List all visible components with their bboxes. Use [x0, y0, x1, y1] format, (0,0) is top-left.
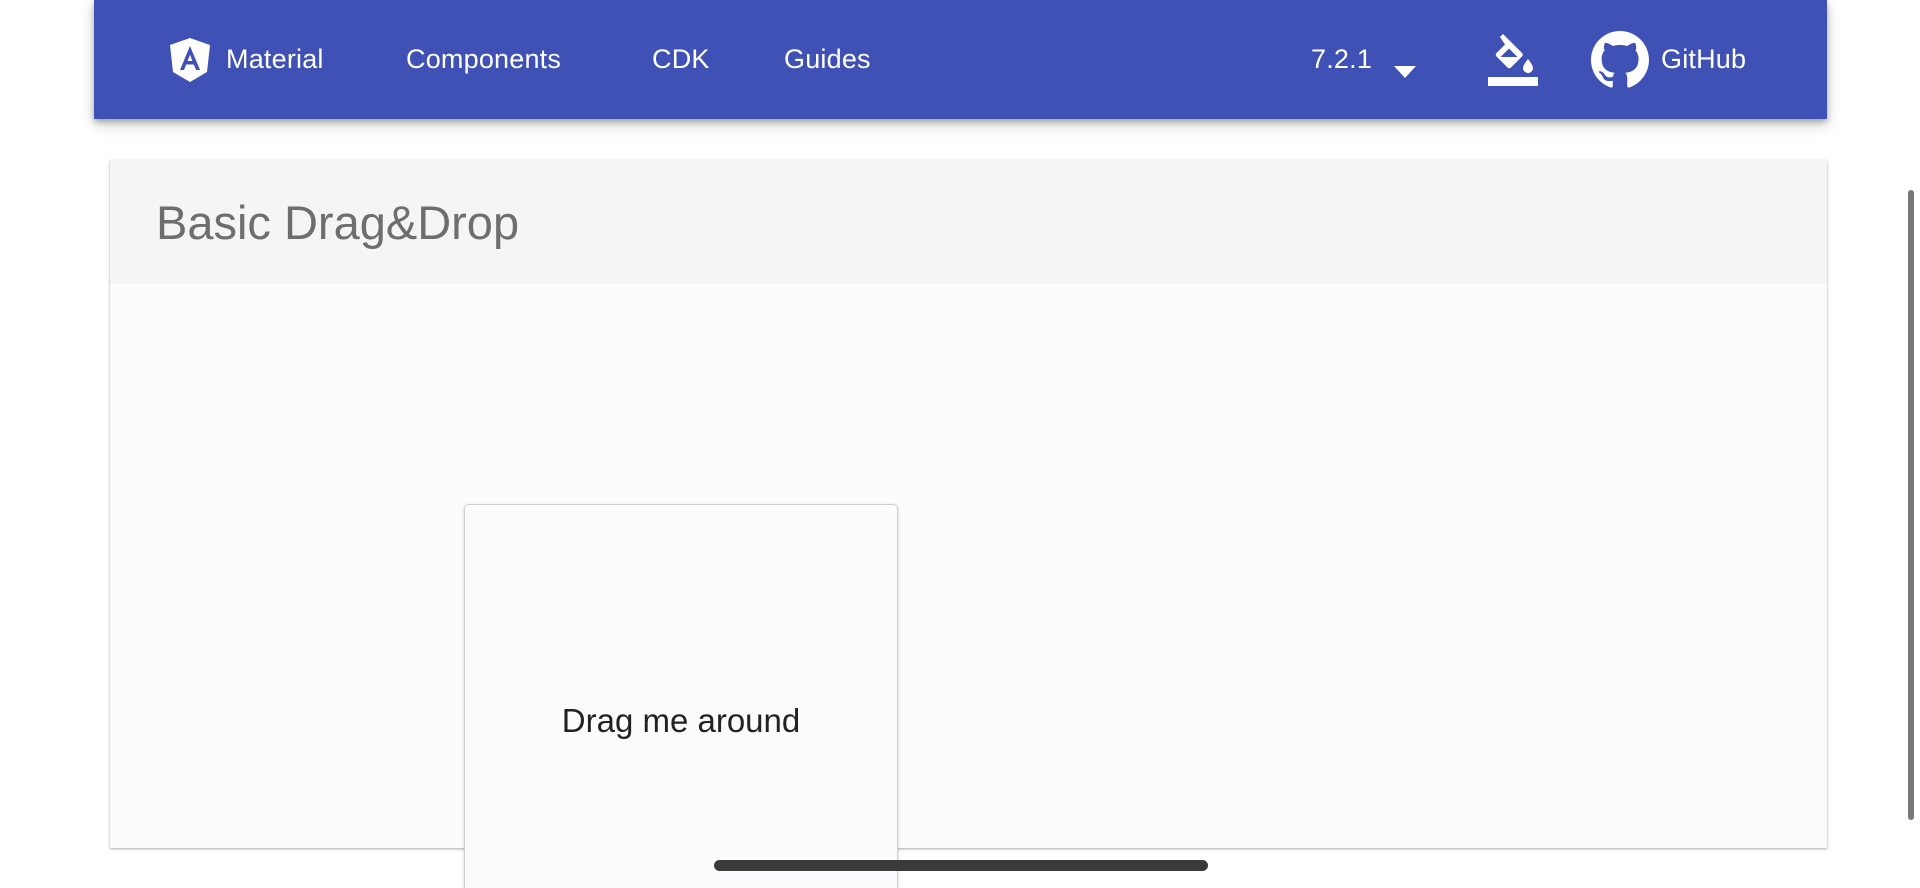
nav-material-home[interactable]: Material: [168, 0, 324, 119]
example-card-header: Basic Drag&Drop: [110, 160, 1827, 284]
home-indicator: [714, 860, 1208, 871]
github-icon: [1591, 30, 1649, 89]
version-picker-button[interactable]: 7.2.1: [1311, 0, 1417, 119]
version-label: 7.2.1: [1311, 44, 1373, 74]
nav-guides[interactable]: Guides: [784, 0, 871, 119]
page: Material Components CDK Guides 7.2.1 Git…: [0, 0, 1920, 888]
github-link[interactable]: GitHub: [1591, 0, 1746, 119]
example-card: Basic Drag&Drop: [110, 160, 1827, 848]
scrollbar-thumb[interactable]: [1908, 190, 1914, 820]
top-toolbar: Material Components CDK Guides 7.2.1 Git…: [94, 0, 1827, 119]
nav-components[interactable]: Components: [406, 0, 561, 119]
page-scrollbar[interactable]: [1908, 190, 1914, 820]
github-label: GitHub: [1661, 44, 1747, 74]
nav-material-label: Material: [226, 44, 324, 74]
nav-cdk[interactable]: CDK: [652, 0, 710, 119]
drag-box[interactable]: Drag me around: [464, 504, 898, 888]
example-title: Basic Drag&Drop: [156, 195, 520, 249]
format-color-fill-icon: [1486, 33, 1540, 87]
caret-down-icon: [1394, 54, 1417, 78]
theme-picker-button[interactable]: [1486, 0, 1540, 119]
angular-logo-icon: [168, 37, 212, 83]
drag-box-label: Drag me around: [561, 702, 801, 739]
